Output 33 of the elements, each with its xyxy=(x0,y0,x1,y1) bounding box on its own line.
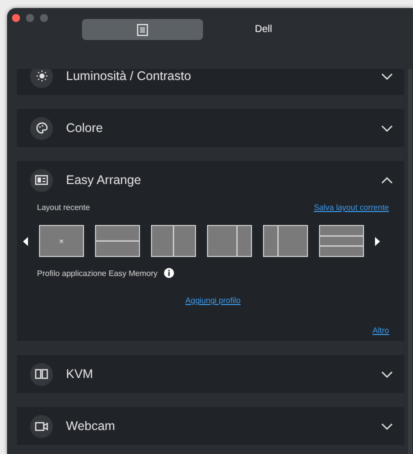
layout-icon xyxy=(35,175,48,185)
profile-label: Profilo applicazione Easy Memory xyxy=(37,268,158,278)
layout-thumbnail[interactable] xyxy=(151,225,196,257)
layout-thumbnail[interactable]: × xyxy=(39,225,84,257)
recent-layout-label: Layout recente xyxy=(37,203,90,212)
add-profile-link[interactable]: Aggiungi profilo xyxy=(185,296,241,305)
chevron-icon[interactable] xyxy=(381,176,393,184)
more-link[interactable]: Altro xyxy=(372,326,389,335)
brightness-icon xyxy=(36,70,48,82)
dual-screen-icon xyxy=(35,369,48,379)
section-title[interactable]: KVM xyxy=(66,367,381,381)
layout-thumbnail[interactable] xyxy=(95,225,140,257)
palette-icon xyxy=(36,122,48,134)
section-title[interactable]: Webcam xyxy=(66,419,381,433)
chevron-icon[interactable] xyxy=(381,72,393,80)
layout-thumbnail[interactable] xyxy=(207,225,252,257)
info-icon[interactable] xyxy=(164,268,174,278)
section-title[interactable]: Luminosità / Contrasto xyxy=(66,69,381,83)
video-camera-icon xyxy=(35,422,48,430)
chevron-icon[interactable] xyxy=(381,124,393,132)
next-arrow-icon[interactable] xyxy=(375,236,380,246)
tab[interactable]: Dell xyxy=(203,19,324,40)
layout-thumbnail[interactable] xyxy=(319,225,364,257)
layout-thumbnail[interactable] xyxy=(263,225,308,257)
section-title[interactable]: Easy Arrange xyxy=(66,173,381,187)
previous-arrow-icon[interactable] xyxy=(23,236,28,246)
save-layout-link[interactable]: Salva layout corrente xyxy=(314,203,389,212)
chevron-icon[interactable] xyxy=(381,422,393,430)
window-control[interactable] xyxy=(12,14,20,22)
section-title[interactable]: Colore xyxy=(66,121,381,135)
document-icon xyxy=(137,24,148,36)
tab[interactable] xyxy=(82,19,203,40)
chevron-icon[interactable] xyxy=(381,370,393,378)
